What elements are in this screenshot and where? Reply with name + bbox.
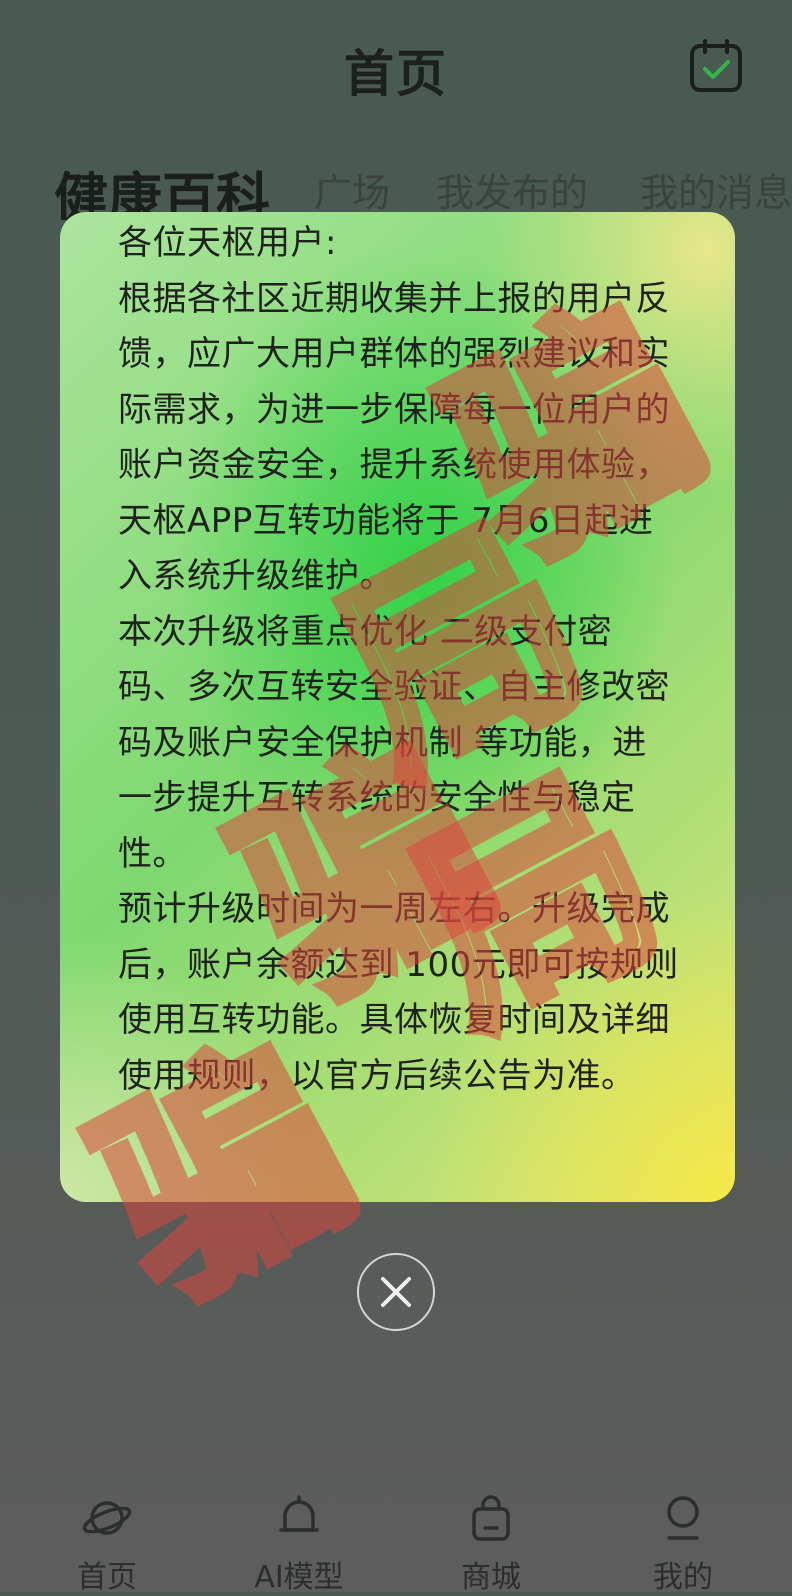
- tab-my-messages[interactable]: 我的消息: [640, 162, 792, 217]
- nav-label: 商城: [461, 1560, 521, 1595]
- shopping-bag-icon: [472, 1495, 510, 1541]
- bottom-nav: 首页 AI模型 商城 我的: [0, 1480, 792, 1595]
- notice-dialog: 各位天枢用户: 根据各社区近期收集并上报的用户反馈，应广大用户群体的强烈建议和实…: [60, 212, 735, 1202]
- close-icon: [381, 1277, 411, 1307]
- bell-icon: [279, 1495, 319, 1532]
- tab-bar: 健康百科 广场 我发布的 我的消息: [0, 150, 792, 220]
- nav-mine[interactable]: 我的: [608, 1480, 758, 1596]
- tab-square[interactable]: 广场: [314, 162, 390, 217]
- tab-my-posts[interactable]: 我发布的: [436, 162, 588, 217]
- calendar-check-icon[interactable]: [688, 38, 744, 94]
- user-icon: [667, 1496, 699, 1540]
- notice-text[interactable]: 各位天枢用户: 根据各社区近期收集并上报的用户反馈，应广大用户群体的强烈建议和实…: [118, 216, 680, 1104]
- close-button[interactable]: [357, 1253, 435, 1331]
- nav-label: 首页: [77, 1560, 137, 1595]
- nav-label: AI模型: [254, 1560, 344, 1595]
- page-title: 首页: [344, 45, 448, 103]
- tab-health-encyclopedia[interactable]: 健康百科: [54, 154, 270, 220]
- nav-ai-model[interactable]: AI模型: [224, 1480, 374, 1596]
- nav-mall[interactable]: 商城: [416, 1480, 566, 1596]
- nav-home[interactable]: 首页: [32, 1480, 182, 1596]
- planet-icon: [82, 1501, 132, 1535]
- nav-label: 我的: [653, 1560, 713, 1595]
